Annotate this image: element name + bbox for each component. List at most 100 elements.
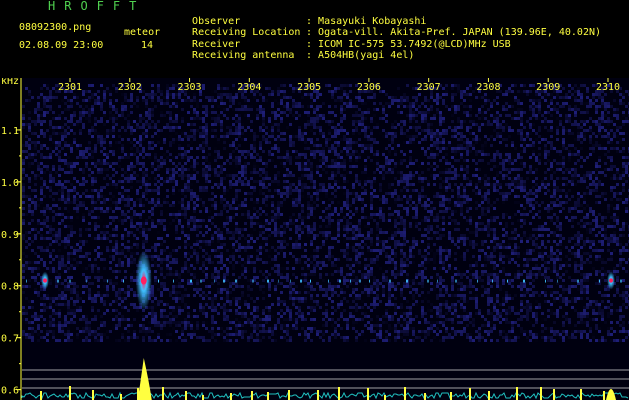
- noise-cell: [592, 132, 595, 135]
- noise-cell: [70, 114, 73, 117]
- noise-cell: [250, 192, 253, 195]
- noise-cell: [358, 123, 361, 126]
- noise-cell: [490, 159, 493, 162]
- noise-cell: [478, 123, 481, 126]
- noise-cell: [256, 114, 259, 117]
- noise-cell: [472, 174, 475, 177]
- noise-cell: [205, 156, 208, 159]
- noise-cell: [433, 231, 436, 234]
- noise-cell: [121, 126, 124, 129]
- noise-cell: [52, 177, 55, 180]
- noise-cell: [88, 141, 91, 144]
- noise-cell: [229, 126, 232, 129]
- noise-cell: [412, 201, 415, 204]
- noise-cell: [292, 144, 295, 147]
- noise-cell: [400, 99, 403, 102]
- noise-cell: [442, 234, 445, 237]
- noise-cell: [577, 237, 580, 240]
- noise-cell: [193, 117, 196, 120]
- noise-cell: [277, 102, 280, 105]
- noise-cell: [409, 162, 412, 165]
- noise-cell: [361, 126, 364, 129]
- noise-cell: [547, 141, 550, 144]
- noise-cell: [223, 114, 226, 117]
- noise-cell: [388, 216, 391, 219]
- noise-cell: [130, 219, 133, 222]
- noise-cell: [70, 105, 73, 108]
- noise-cell: [514, 231, 517, 234]
- noise-cell: [151, 213, 154, 216]
- noise-cell: [403, 228, 406, 231]
- noise-cell: [55, 198, 58, 201]
- noise-cell: [361, 192, 364, 195]
- noise-cell: [346, 84, 349, 87]
- noise-cell: [88, 222, 91, 225]
- noise-cell: [493, 120, 496, 123]
- noise-cell: [505, 102, 508, 105]
- noise-cell: [145, 93, 148, 96]
- noise-cell: [268, 195, 271, 198]
- noise-cell: [514, 177, 517, 180]
- noise-cell: [112, 246, 115, 249]
- noise-cell: [133, 138, 136, 141]
- noise-cell: [205, 129, 208, 132]
- noise-cell: [205, 111, 208, 114]
- noise-cell: [370, 180, 373, 183]
- noise-cell: [358, 198, 361, 201]
- noise-cell: [388, 102, 391, 105]
- noise-cell: [127, 246, 130, 249]
- noise-cell: [577, 123, 580, 126]
- noise-cell: [70, 147, 73, 150]
- noise-cell: [259, 222, 262, 225]
- noise-cell: [397, 228, 400, 231]
- noise-cell: [379, 189, 382, 192]
- noise-cell: [76, 102, 79, 105]
- noise-cell: [406, 189, 409, 192]
- noise-cell: [97, 102, 100, 105]
- noise-cell: [412, 216, 415, 219]
- noise-cell: [487, 189, 490, 192]
- noise-cell: [79, 231, 82, 234]
- noise-cell: [334, 162, 337, 165]
- noise-cell: [460, 93, 463, 96]
- noise-cell: [598, 96, 601, 99]
- noise-cell: [550, 165, 553, 168]
- noise-cell: [184, 93, 187, 96]
- noise-cell: [601, 216, 604, 219]
- noise-cell: [601, 111, 604, 114]
- noise-cell: [226, 132, 229, 135]
- noise-cell: [622, 201, 625, 204]
- noise-cell: [184, 162, 187, 165]
- noise-cell: [463, 186, 466, 189]
- noise-cell: [103, 162, 106, 165]
- noise-cell: [466, 198, 469, 201]
- noise-cell: [466, 126, 469, 129]
- noise-cell: [475, 114, 478, 117]
- noise-cell: [538, 186, 541, 189]
- noise-cell: [535, 192, 538, 195]
- noise-cell: [262, 108, 265, 111]
- noise-cell: [589, 147, 592, 150]
- noise-cell: [388, 219, 391, 222]
- noise-cell: [229, 237, 232, 240]
- noise-cell: [358, 156, 361, 159]
- noise-cell: [55, 237, 58, 240]
- noise-cell: [130, 132, 133, 135]
- noise-cell: [571, 168, 574, 171]
- noise-cell: [193, 186, 196, 189]
- noise-cell: [427, 225, 430, 228]
- noise-cell: [103, 123, 106, 126]
- noise-cell: [559, 243, 562, 246]
- noise-cell: [517, 180, 520, 183]
- noise-cell: [565, 201, 568, 204]
- noise-cell: [94, 162, 97, 165]
- noise-cell: [226, 93, 229, 96]
- noise-cell: [511, 84, 514, 87]
- noise-cell: [130, 165, 133, 168]
- noise-cell: [103, 198, 106, 201]
- noise-cell: [613, 225, 616, 228]
- noise-cell: [337, 228, 340, 231]
- noise-cell: [244, 192, 247, 195]
- noise-cell: [493, 231, 496, 234]
- noise-cell: [502, 234, 505, 237]
